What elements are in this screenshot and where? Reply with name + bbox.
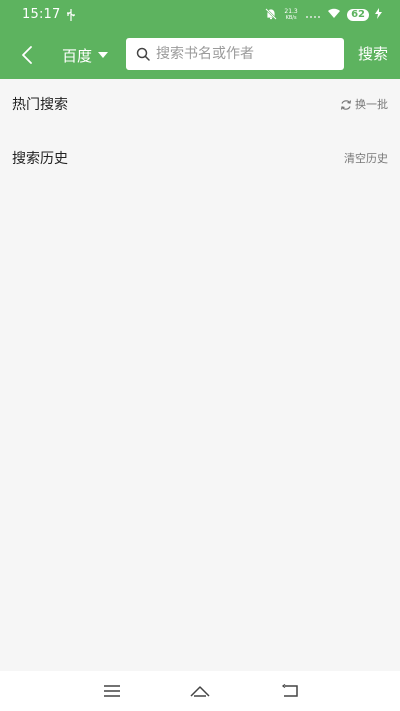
search-toolbar: 百度 搜索 xyxy=(0,30,400,79)
net-speed-unit: KB/s xyxy=(285,15,297,21)
net-speed: 21.3 KB/s xyxy=(283,9,299,22)
battery-level: 62 xyxy=(347,9,369,21)
history-header: 搜索历史 清空历史 xyxy=(0,147,400,171)
charging-icon xyxy=(375,8,382,22)
search-icon xyxy=(136,47,150,61)
search-engine-dropdown[interactable]: 百度 xyxy=(62,43,109,67)
hot-search-title: 热门搜索 xyxy=(12,97,68,113)
refresh-icon xyxy=(340,100,352,110)
history-title: 搜索历史 xyxy=(12,151,68,167)
back-nav-button[interactable] xyxy=(278,681,302,701)
header: 15:17 21.3 KB/s 62 百度 搜索书名或作者 搜索 xyxy=(0,0,400,79)
system-nav-bar xyxy=(0,671,400,711)
clear-history-button[interactable]: 清空历史 xyxy=(344,147,388,171)
menu-icon xyxy=(104,685,120,697)
hot-search-header: 热门搜索 换一批 xyxy=(0,93,400,117)
menu-nav-button[interactable] xyxy=(100,681,124,701)
signal-dots-icon xyxy=(305,8,321,22)
search-box[interactable] xyxy=(126,38,344,70)
search-input[interactable] xyxy=(154,45,338,63)
mute-bell-icon xyxy=(265,7,277,23)
refresh-batch-label: 换一批 xyxy=(355,98,388,111)
refresh-batch-button[interactable]: 换一批 xyxy=(340,93,388,117)
back-button[interactable] xyxy=(12,40,42,70)
return-icon xyxy=(281,684,298,697)
search-screen: 15:17 21.3 KB/s 62 百度 搜索书名或作者 搜索 热门搜索 换一… xyxy=(0,0,400,711)
chevron-left-icon xyxy=(22,46,32,64)
home-icon xyxy=(190,686,210,697)
caret-down-icon xyxy=(98,52,109,58)
status-bar: 15:17 21.3 KB/s 62 xyxy=(0,0,400,30)
wifi-icon xyxy=(327,8,341,22)
search-button[interactable]: 搜索 xyxy=(358,43,388,64)
status-icons: 21.3 KB/s 62 xyxy=(265,6,382,24)
home-nav-button[interactable] xyxy=(188,681,212,701)
usb-icon xyxy=(66,8,76,22)
status-time: 15:17 xyxy=(22,7,61,22)
search-engine-label: 百度 xyxy=(62,46,93,65)
